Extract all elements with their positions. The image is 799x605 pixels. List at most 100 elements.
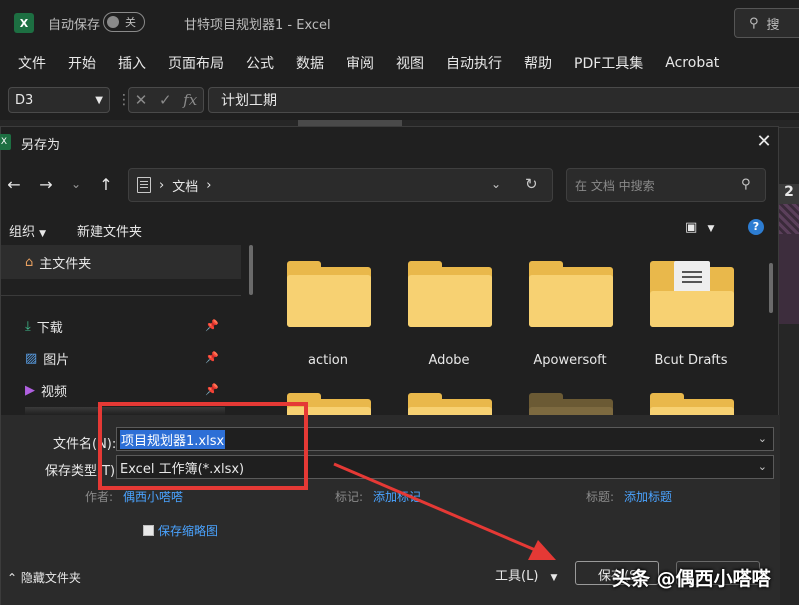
folder-icon [529, 261, 613, 327]
ribbon-tab-review[interactable]: 审阅 [346, 53, 374, 73]
dialog-title: 另存为 [21, 138, 61, 153]
autosave-label: 自动保存 [48, 18, 101, 33]
ribbon-tabs: 文件 开始 插入 页面布局 公式 数据 审阅 视图 自动执行 帮助 PDF工具集… [0, 46, 799, 80]
pin-icon[interactable]: 📌 [205, 319, 219, 332]
organize-button[interactable]: 组织 ▼ [9, 221, 46, 240]
excel-title-bar: X 自动保存 关 甘特项目规划器1 - Excel ⚲ 搜 [0, 0, 799, 46]
folder-name: action [307, 353, 348, 368]
back-arrow-icon[interactable]: ← [3, 175, 25, 194]
folder-item[interactable] [515, 377, 625, 415]
sidebar-scrollbar[interactable] [249, 245, 253, 295]
gantt-hatch-bar [779, 204, 799, 234]
sidebar-divider [1, 295, 241, 296]
chevron-down-icon: ▼ [550, 573, 558, 583]
ribbon-tab-automate[interactable]: 自动执行 [446, 53, 502, 73]
folder-name: Apowersoft [533, 353, 607, 368]
ribbon-tab-data[interactable]: 数据 [296, 53, 324, 73]
folder-name: Bcut Drafts [654, 353, 728, 368]
name-box-value: D3 [15, 92, 34, 108]
fx-icon[interactable]: fx [183, 91, 197, 109]
ribbon-tab-insert[interactable]: 插入 [118, 53, 146, 73]
folder-item[interactable]: Adobe [394, 245, 504, 368]
videos-icon: ▶ [25, 382, 35, 398]
organize-label: 组织 [9, 225, 36, 240]
title-label: 标题: [586, 490, 615, 504]
ribbon-tab-formulas[interactable]: 公式 [246, 53, 274, 73]
forward-arrow-icon[interactable]: → [35, 175, 57, 194]
tools-button[interactable]: 工具(L) ▼ [495, 565, 557, 584]
sidebar-item-label: 下载 [36, 320, 63, 336]
excel-logo-icon: X [0, 134, 11, 150]
view-options-button[interactable]: ▣ ▼ [685, 220, 714, 235]
ribbon-tab-acrobat[interactable]: Acrobat [665, 55, 719, 71]
navigation-pane: ⌂ 主文件夹 ⤓ 下载 📌 ▨ 图片 📌 ▶ 视频 📌 [1, 245, 249, 415]
sheet-column-label: 2 [779, 184, 799, 204]
folder-item[interactable] [394, 377, 504, 415]
folder-item[interactable] [636, 377, 746, 415]
file-grid-scrollbar[interactable] [769, 263, 773, 313]
dialog-title-bar: X 另存为 ✕ [0, 127, 780, 157]
breadcrumb-separator-icon: › [206, 177, 212, 193]
formula-value: 计划工期 [221, 93, 277, 109]
tags-label: 标记: [335, 490, 364, 504]
excel-search-box[interactable]: ⚲ 搜 [734, 8, 799, 38]
ribbon-tab-pdf-tools[interactable]: PDF工具集 [574, 53, 643, 73]
thumbnail-checkbox[interactable] [143, 525, 154, 536]
check-icon[interactable]: ✓ [159, 91, 172, 109]
ribbon-tab-help[interactable]: 帮助 [524, 53, 552, 73]
chevron-down-icon: ▼ [39, 229, 47, 239]
ribbon-tab-home[interactable]: 开始 [68, 53, 96, 73]
ribbon-tab-view[interactable]: 视图 [396, 53, 424, 73]
excel-logo-icon: X [14, 13, 34, 33]
view-icon: ▣ [685, 220, 698, 235]
title-value[interactable]: 添加标题 [624, 488, 672, 505]
command-bar: 组织 ▼ 新建文件夹 ▣ ▼ ? [1, 215, 780, 243]
tags-value[interactable]: 添加标记 [373, 488, 421, 505]
folder-item[interactable]: Apowersoft [515, 245, 625, 368]
breadcrumb-location[interactable]: 文档 [172, 176, 198, 195]
recent-locations-chevron-icon[interactable]: ⌄ [65, 177, 87, 191]
address-bar[interactable]: › 文档 › ⌄ ↻ [128, 168, 553, 202]
sheet-area: 2 [779, 128, 799, 605]
annotation-highlight-box [98, 402, 308, 490]
hide-folders-button[interactable]: ⌃ 隐藏文件夹 [7, 569, 81, 586]
folder-with-document-icon [650, 261, 734, 327]
up-arrow-icon[interactable]: ↑ [95, 175, 117, 194]
ribbon-tab-page-layout[interactable]: 页面布局 [168, 53, 224, 73]
autosave-toggle[interactable]: 关 [103, 12, 145, 32]
chevron-down-icon[interactable]: ⌄ [758, 432, 767, 445]
document-title: 甘特项目规划器1 - Excel [184, 18, 331, 33]
name-box[interactable]: D3 ▼ [8, 87, 110, 113]
folder-name: Adobe [428, 353, 470, 368]
chevron-down-icon: ⌄ [757, 460, 767, 473]
close-icon[interactable]: ✕ [753, 131, 775, 152]
pictures-icon: ▨ [25, 350, 38, 366]
ribbon-tab-file[interactable]: 文件 [18, 53, 46, 73]
refresh-icon[interactable]: ↻ [525, 175, 538, 193]
pin-icon[interactable]: 📌 [205, 351, 219, 364]
search-label: 搜 [766, 17, 780, 33]
sidebar-item-label: 图片 [43, 352, 70, 368]
folder-icon [529, 393, 613, 415]
folder-icon [408, 393, 492, 415]
autosave-state: 关 [125, 16, 136, 29]
authors-value[interactable]: 偶西小嗒嗒 [123, 488, 183, 505]
thumbnail-label[interactable]: 保存缩略图 [158, 522, 218, 539]
chevron-down-icon: ▼ [707, 224, 715, 234]
folder-item[interactable]: Bcut Drafts [636, 245, 746, 368]
pin-icon[interactable]: 📌 [205, 383, 219, 396]
folder-icon [408, 261, 492, 327]
sidebar-item-home[interactable]: ⌂ 主文件夹 [1, 245, 241, 279]
new-folder-button[interactable]: 新建文件夹 [77, 221, 142, 240]
formula-input[interactable]: 计划工期 [208, 87, 799, 113]
folder-icon [650, 393, 734, 415]
folder-item[interactable]: action [273, 245, 383, 368]
gantt-bar [779, 234, 799, 324]
toggle-knob [107, 16, 119, 28]
help-icon[interactable]: ? [748, 219, 764, 235]
dialog-search-input[interactable]: 在 文档 中搜索 ⚲ [566, 168, 766, 202]
sidebar-item-label: 主文件夹 [39, 256, 92, 272]
chevron-down-icon[interactable]: ⌄ [491, 177, 501, 191]
documents-icon [137, 177, 151, 193]
cancel-icon[interactable]: ✕ [135, 91, 148, 109]
